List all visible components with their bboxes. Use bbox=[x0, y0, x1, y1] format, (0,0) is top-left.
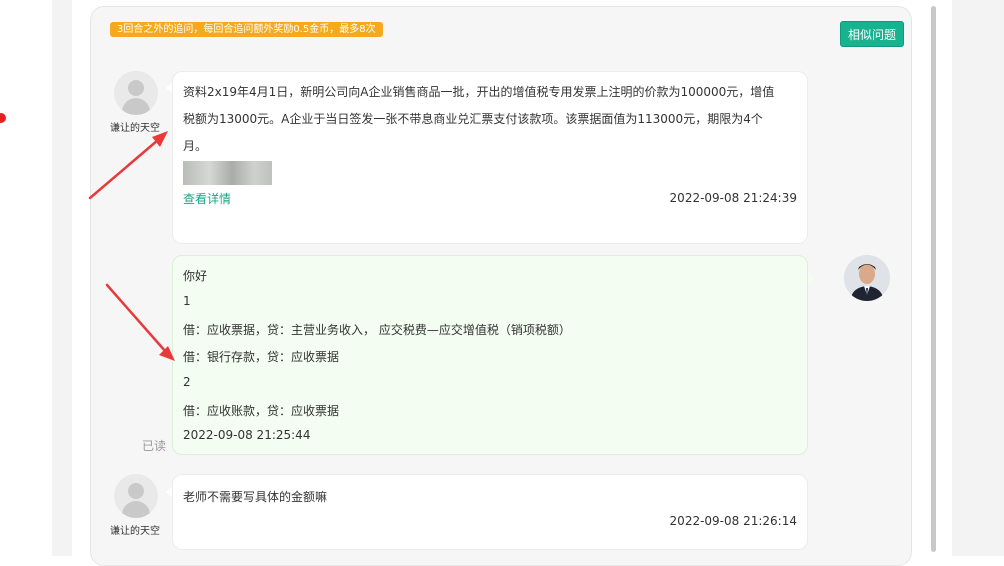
message-line: 老师不需要写具体的金额嘛 bbox=[183, 490, 328, 504]
background-gutter-right bbox=[952, 0, 1004, 556]
message-line: 1 bbox=[183, 294, 191, 308]
message-line: 月。 bbox=[183, 139, 208, 153]
avatar-head-icon bbox=[128, 80, 144, 96]
student-username: 谦让的天空 bbox=[110, 526, 160, 537]
student-avatar[interactable] bbox=[114, 71, 158, 115]
attachment-thumbnail[interactable] bbox=[183, 161, 272, 185]
teacher-photo-icon bbox=[844, 255, 890, 301]
similar-questions-button[interactable]: 相似问题 bbox=[840, 21, 904, 47]
message-timestamp: 2022-09-08 21:24:39 bbox=[669, 191, 797, 205]
message-line: 你好 bbox=[183, 269, 208, 283]
answer-bubble: 你好 1 借：应收票据，贷：主营业务收入， 应交税费—应交增值税（销项税额） 借… bbox=[172, 255, 808, 455]
view-details-link[interactable]: 查看详情 bbox=[183, 190, 231, 207]
avatar-head-icon bbox=[128, 483, 144, 499]
left-panel bbox=[0, 0, 53, 477]
student-username: 谦让的天空 bbox=[110, 123, 160, 134]
question-bubble: 资料2x19年4月1日，新明公司向A企业销售商品一批，开出的增值税专用发票上注明… bbox=[172, 71, 808, 244]
background-gutter bbox=[52, 0, 72, 556]
question-bubble: 老师不需要写具体的金额嘛 2022-09-08 21:26:14 bbox=[172, 474, 808, 550]
message-line: 税额为13000元。A企业于当日签发一张不带息商业兑汇票支付该款项。该票据面值为… bbox=[183, 112, 763, 126]
bonus-notice-badge: 3回合之外的追问，每回合追问额外奖励0.5金币，最多8次 bbox=[110, 22, 383, 37]
bubble-tail bbox=[808, 272, 815, 284]
student-avatar[interactable] bbox=[114, 474, 158, 518]
teacher-avatar[interactable] bbox=[844, 255, 890, 301]
avatar-body-icon bbox=[122, 501, 150, 518]
chat-scrollbar[interactable] bbox=[931, 6, 936, 552]
message-line: 2 bbox=[183, 375, 191, 389]
avatar-body-icon bbox=[122, 98, 150, 115]
message-timestamp: 2022-09-08 21:25:44 bbox=[183, 428, 311, 442]
message-line: 借：应收账款，贷：应收票据 bbox=[183, 404, 340, 418]
message-timestamp: 2022-09-08 21:26:14 bbox=[669, 514, 797, 528]
message-line: 借：银行存款，贷：应收票据 bbox=[183, 350, 340, 364]
message-line: 资料2x19年4月1日，新明公司向A企业销售商品一批，开出的增值税专用发票上注明… bbox=[183, 85, 775, 99]
read-status: 已读 bbox=[142, 439, 167, 453]
message-line: 借：应收票据，贷：主营业务收入， 应交税费—应交增值税（销项税额） bbox=[183, 323, 571, 337]
